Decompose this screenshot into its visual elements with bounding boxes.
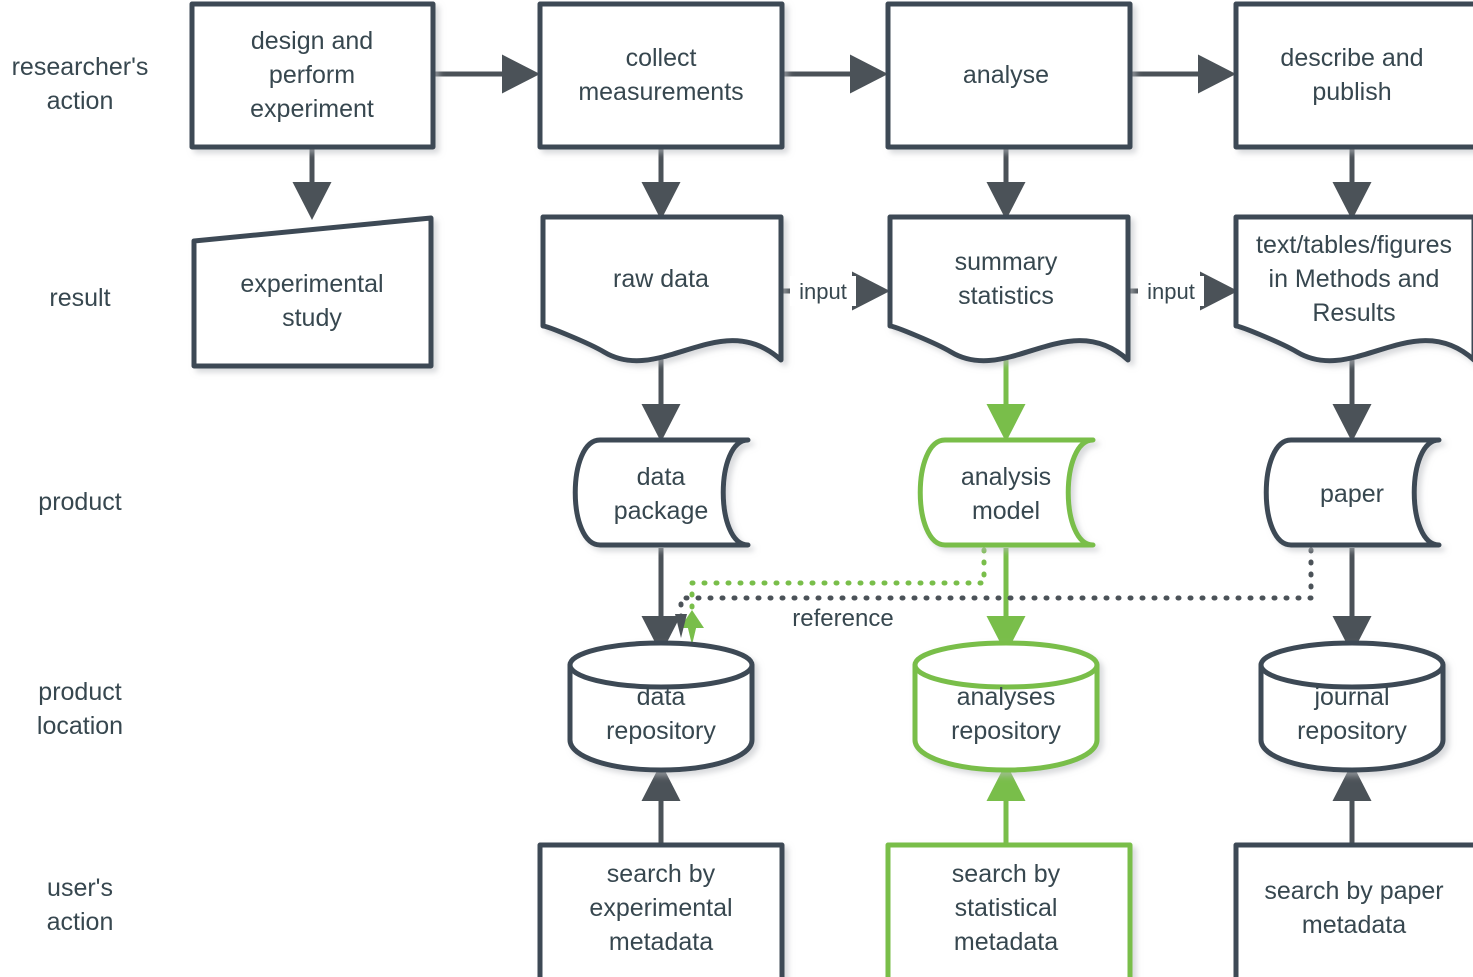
edge-label-input-2: input bbox=[1147, 279, 1195, 304]
node-label: analysis bbox=[961, 463, 1051, 491]
row-label-line2: action bbox=[47, 87, 114, 115]
node-analysis-model[interactable] bbox=[917, 437, 1096, 548]
node-label: model bbox=[972, 497, 1040, 525]
node-label: metadata bbox=[1302, 911, 1406, 939]
node-label: experimental bbox=[589, 894, 732, 922]
edge-label-input-1: input bbox=[799, 279, 847, 304]
node-label: repository bbox=[951, 717, 1061, 745]
flow-diagram: researcher's action result product produ… bbox=[12, 1, 1473, 977]
node-label: data bbox=[637, 683, 686, 711]
node-label: experiment bbox=[250, 95, 374, 123]
edge-label-reference: reference bbox=[792, 605, 893, 632]
node-label: metadata bbox=[609, 928, 713, 956]
node-label: design and bbox=[251, 27, 373, 55]
node-label: statistical bbox=[955, 894, 1058, 922]
reference-green-arrowhead-tip bbox=[686, 620, 698, 645]
node-label: Results bbox=[1312, 299, 1395, 327]
node-label: in Methods and bbox=[1269, 265, 1440, 293]
node-label: raw data bbox=[613, 265, 709, 293]
row-label-product: product bbox=[38, 488, 121, 516]
node-label: search by paper bbox=[1264, 877, 1443, 905]
node-label: study bbox=[282, 304, 342, 332]
node-label: search by bbox=[952, 860, 1061, 888]
row-label-line1: product bbox=[38, 678, 121, 706]
node-label: repository bbox=[606, 717, 716, 745]
node-label: paper bbox=[1320, 480, 1384, 508]
node-label: experimental bbox=[240, 270, 383, 298]
row-label-line2: action bbox=[47, 908, 114, 936]
row-label-line1: user's bbox=[47, 874, 113, 902]
row-label-line1: result bbox=[49, 284, 110, 312]
node-label: statistics bbox=[958, 282, 1054, 310]
node-label: describe and bbox=[1280, 44, 1423, 72]
node-label: text/tables/figures bbox=[1256, 231, 1452, 259]
row-label-researchers-action: researcher's action bbox=[12, 53, 149, 115]
node-label: analyse bbox=[963, 61, 1049, 89]
node-label: search by bbox=[607, 860, 716, 888]
node-label: collect bbox=[626, 44, 697, 72]
node-label: repository bbox=[1297, 717, 1407, 745]
node-label: publish bbox=[1312, 78, 1391, 106]
row-label-users-action: user's action bbox=[47, 874, 114, 936]
node-label: analyses bbox=[957, 683, 1056, 711]
node-label: journal bbox=[1313, 683, 1389, 711]
node-label: metadata bbox=[954, 928, 1058, 956]
row-label-result: result bbox=[49, 284, 110, 312]
node-data-package[interactable] bbox=[572, 437, 751, 548]
node-describe-publish[interactable] bbox=[1233, 1, 1473, 150]
node-label: summary bbox=[955, 248, 1058, 276]
node-label: data bbox=[637, 463, 686, 491]
row-label-line1: product bbox=[38, 488, 121, 516]
node-collect-measurements[interactable] bbox=[537, 1, 785, 150]
node-label: perform bbox=[269, 61, 355, 89]
row-label-product-location: product location bbox=[37, 678, 123, 740]
diagram-canvas: researcher's action result product produ… bbox=[0, 0, 1473, 977]
node-label: package bbox=[614, 497, 709, 525]
node-label: measurements bbox=[578, 78, 743, 106]
row-label-line1: researcher's bbox=[12, 53, 149, 81]
row-label-line2: location bbox=[37, 712, 123, 740]
